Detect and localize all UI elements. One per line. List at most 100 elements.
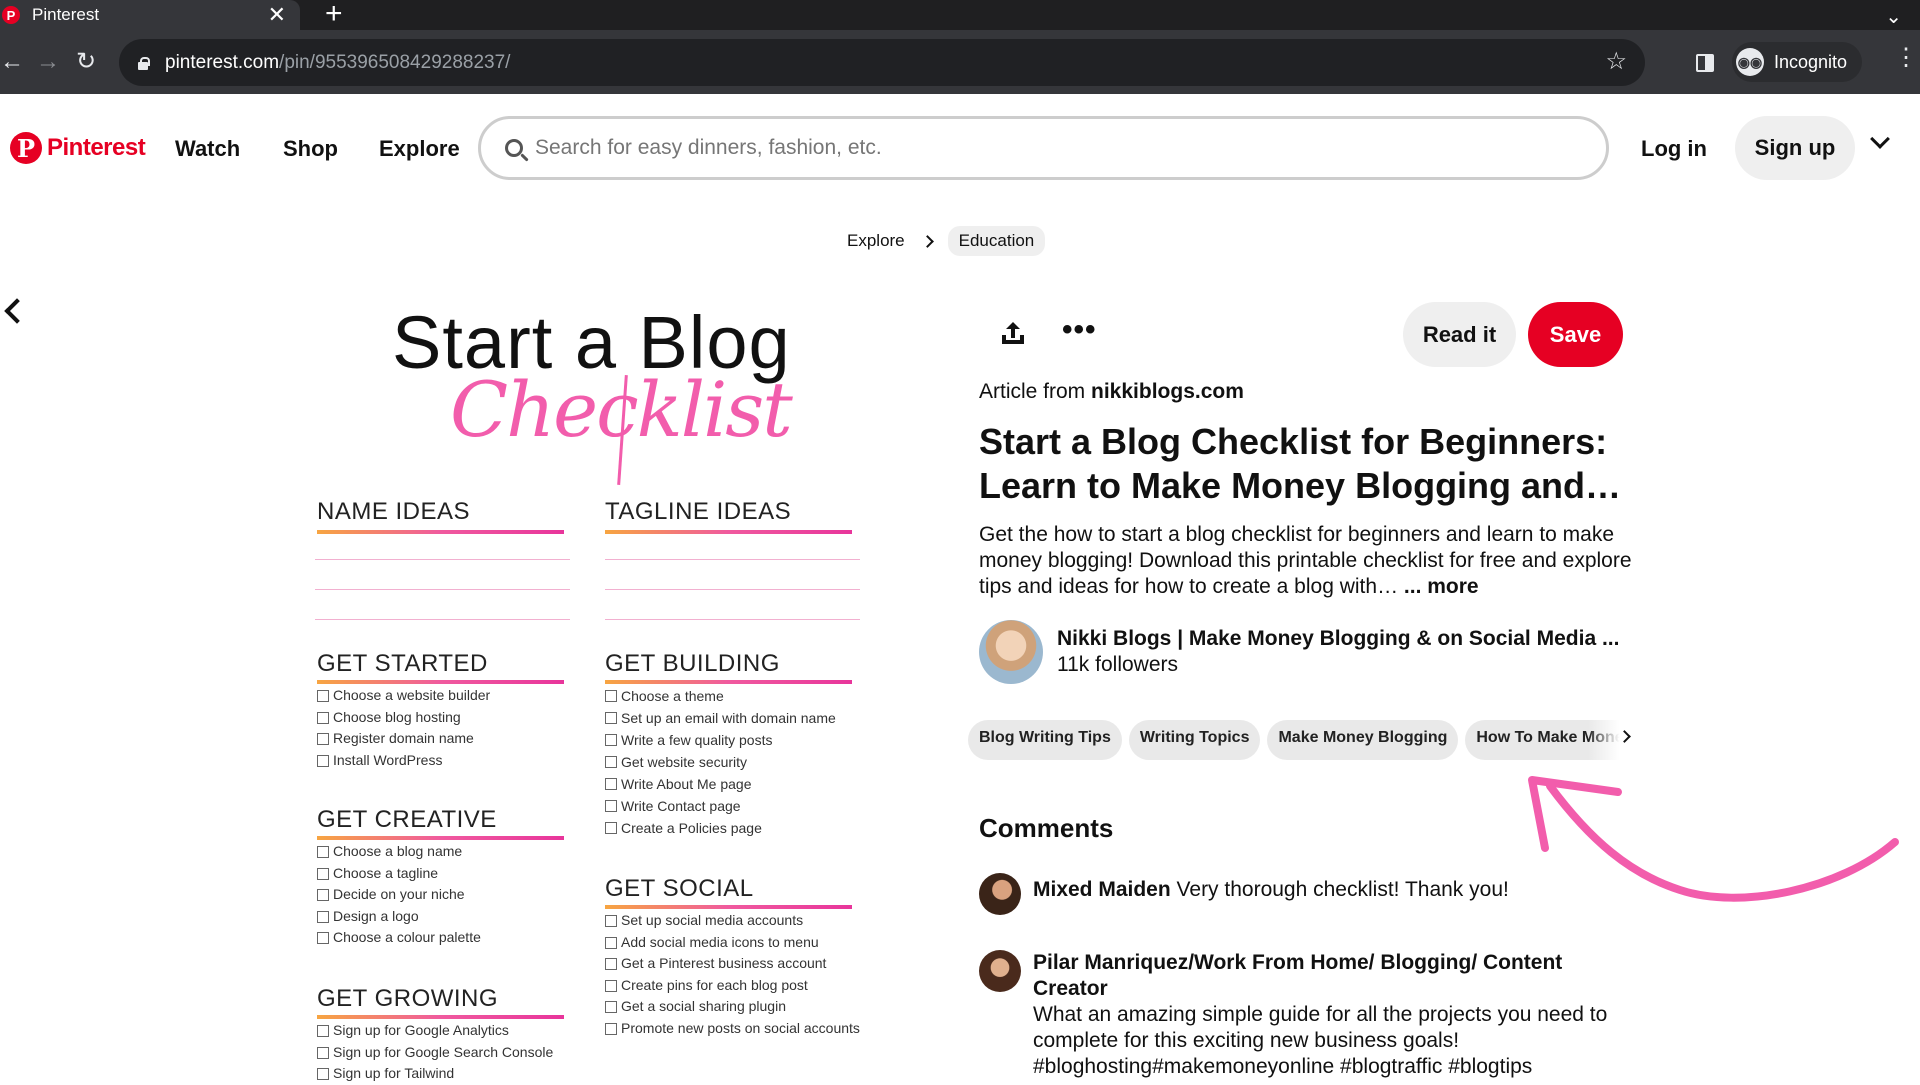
checklist-items: Choose a website builder Choose blog hos… bbox=[317, 685, 490, 771]
section-heading: TAGLINE IDEAS bbox=[605, 498, 792, 525]
site-header: P Pinterest Watch Shop Explore Search fo… bbox=[0, 94, 1920, 204]
checklist-item: Choose a blog name bbox=[317, 841, 481, 863]
blank-line bbox=[605, 589, 860, 590]
section-heading: GET STARTED bbox=[317, 650, 488, 677]
avatar[interactable] bbox=[979, 873, 1021, 915]
breadcrumb-education[interactable]: Education bbox=[947, 226, 1046, 256]
new-tab-button[interactable]: + bbox=[325, 0, 343, 30]
address-bar[interactable]: pinterest.com/pin/955396508429288237/ ☆ bbox=[119, 39, 1645, 86]
tag-chip[interactable]: Make Money Blogging bbox=[1267, 720, 1459, 760]
checklist-item: Add social media icons to menu bbox=[605, 932, 860, 954]
back-chevron-icon[interactable] bbox=[4, 298, 30, 324]
incognito-profile-button[interactable]: ◉◉ Incognito bbox=[1732, 42, 1862, 82]
nav-shop[interactable]: Shop bbox=[283, 136, 338, 162]
side-panel-icon[interactable] bbox=[1696, 54, 1714, 72]
comment-author[interactable]: Pilar Manriquez/Work From Home/ Blogging… bbox=[1033, 950, 1633, 1002]
forward-arrow-icon[interactable]: → bbox=[36, 46, 60, 78]
comment-author[interactable]: Mixed Maiden bbox=[1033, 878, 1171, 901]
checklist-item: Get a Pinterest business account bbox=[605, 953, 860, 975]
checklist-item: Write Contact page bbox=[605, 795, 836, 817]
tag-chip[interactable]: Blog Writing Tips bbox=[968, 720, 1122, 760]
read-it-button[interactable]: Read it bbox=[1403, 302, 1516, 367]
comment-text: Very thorough checklist! Thank you! bbox=[1170, 878, 1509, 901]
close-tab-icon[interactable]: ✕ bbox=[268, 4, 286, 26]
checklist-item: Set up social media accounts bbox=[605, 910, 860, 932]
checklist-items: Choose a theme Set up an email with doma… bbox=[605, 685, 836, 839]
tag-chip[interactable]: Writing Topics bbox=[1128, 720, 1261, 760]
pinterest-logo[interactable]: P Pinterest bbox=[10, 132, 146, 164]
checklist-items: Set up social media accounts Add social … bbox=[605, 910, 860, 1039]
pin-image[interactable]: Start a Blog Checklist NAME IDEAS TAGLIN… bbox=[300, 280, 900, 1081]
checklist-item: Decide on your niche bbox=[317, 884, 481, 906]
bookmark-star-icon[interactable]: ☆ bbox=[1605, 47, 1627, 76]
chevron-down-icon[interactable] bbox=[1870, 129, 1890, 149]
blank-line bbox=[315, 559, 570, 560]
search-placeholder: Search for easy dinners, fashion, etc. bbox=[535, 136, 882, 159]
related-tags: Blog Writing Tips Writing Topics Make Mo… bbox=[968, 720, 1633, 760]
nav-watch[interactable]: Watch bbox=[175, 136, 240, 162]
incognito-icon: ◉◉ bbox=[1736, 48, 1764, 76]
blank-line bbox=[605, 619, 860, 620]
breadcrumb-explore[interactable]: Explore bbox=[847, 231, 905, 251]
search-input[interactable]: Search for easy dinners, fashion, etc. bbox=[478, 116, 1609, 180]
checklist-item: Write About Me page bbox=[605, 773, 836, 795]
avatar[interactable] bbox=[979, 950, 1021, 992]
checklist-item: Choose a colour palette bbox=[317, 927, 481, 949]
section-underline bbox=[605, 680, 852, 684]
browser-tab[interactable]: P Pinterest ✕ bbox=[0, 0, 300, 30]
annotation-arrow bbox=[1528, 776, 1899, 902]
browser-menu-icon[interactable]: ⋮ bbox=[1894, 46, 1918, 70]
pin-description: Get the how to start a blog checklist fo… bbox=[979, 522, 1639, 600]
checklist-items: Choose a blog name Choose a tagline Deci… bbox=[317, 841, 481, 949]
nav-explore[interactable]: Explore bbox=[379, 136, 460, 162]
back-arrow-icon[interactable]: ← bbox=[0, 46, 24, 78]
lock-icon bbox=[137, 56, 150, 70]
section-underline bbox=[317, 530, 564, 534]
section-underline bbox=[317, 836, 564, 840]
save-button[interactable]: Save bbox=[1528, 302, 1623, 367]
share-icon[interactable] bbox=[1000, 320, 1026, 346]
checklist-item: Promote new posts on social accounts bbox=[605, 1018, 860, 1040]
checklist-item: Create pins for each blog post bbox=[605, 975, 860, 997]
author-name[interactable]: Nikki Blogs | Make Money Blogging & on S… bbox=[1057, 627, 1619, 651]
checklist-items: Sign up for Google Analytics Sign up for… bbox=[317, 1020, 553, 1085]
checklist-item: Create a Policies page bbox=[605, 817, 836, 839]
tab-title: Pinterest bbox=[32, 5, 100, 24]
section-heading: GET GROWING bbox=[317, 985, 499, 1012]
logo-text: Pinterest bbox=[47, 134, 146, 161]
pinterest-favicon-icon: P bbox=[2, 6, 20, 24]
incognito-label: Incognito bbox=[1774, 51, 1848, 72]
checklist-item: Choose blog hosting bbox=[317, 707, 490, 729]
checklist-item: Choose a tagline bbox=[317, 863, 481, 885]
checklist-item: Sign up for Google Analytics bbox=[317, 1020, 553, 1042]
search-icon bbox=[505, 139, 523, 157]
url-path: /pin/955396508429288237/ bbox=[279, 51, 511, 73]
section-underline bbox=[605, 530, 852, 534]
tab-search-chevron-icon[interactable]: ⌄ bbox=[1885, 4, 1902, 29]
section-underline bbox=[605, 905, 852, 909]
more-options-icon[interactable]: ••• bbox=[1062, 313, 1097, 347]
login-button[interactable]: Log in bbox=[1641, 136, 1707, 162]
comment: Mixed Maiden Very thorough checklist! Th… bbox=[979, 873, 1509, 915]
section-heading: GET SOCIAL bbox=[605, 875, 754, 902]
comment-text: What an amazing simple guide for all the… bbox=[1033, 1003, 1608, 1078]
signup-button[interactable]: Sign up bbox=[1735, 116, 1855, 180]
checklist-item: Design a logo bbox=[317, 906, 481, 928]
breadcrumb: Explore Education bbox=[847, 226, 1046, 256]
author-card[interactable]: Nikki Blogs | Make Money Blogging & on S… bbox=[979, 620, 1619, 684]
checklist-item: Get a social sharing plugin bbox=[605, 996, 860, 1018]
browser-tab-bar: P Pinterest ✕ + ⌄ bbox=[0, 0, 1920, 30]
checklist-item: Write a few quality posts bbox=[605, 729, 836, 751]
blank-line bbox=[315, 619, 570, 620]
reload-icon[interactable]: ↻ bbox=[76, 46, 96, 78]
section-heading: GET BUILDING bbox=[605, 650, 780, 677]
more-link[interactable]: ... more bbox=[1404, 575, 1479, 598]
section-heading: GET CREATIVE bbox=[317, 806, 497, 833]
checklist-item: Set up an email with domain name bbox=[605, 707, 836, 729]
blank-line bbox=[605, 559, 860, 560]
pin-title[interactable]: Start a Blog Checklist for Beginners: Le… bbox=[979, 420, 1659, 508]
source-domain-link[interactable]: nikkiblogs.com bbox=[1091, 380, 1244, 403]
avatar[interactable] bbox=[979, 620, 1043, 684]
author-followers: 11k followers bbox=[1057, 653, 1178, 676]
section-underline bbox=[317, 680, 564, 684]
